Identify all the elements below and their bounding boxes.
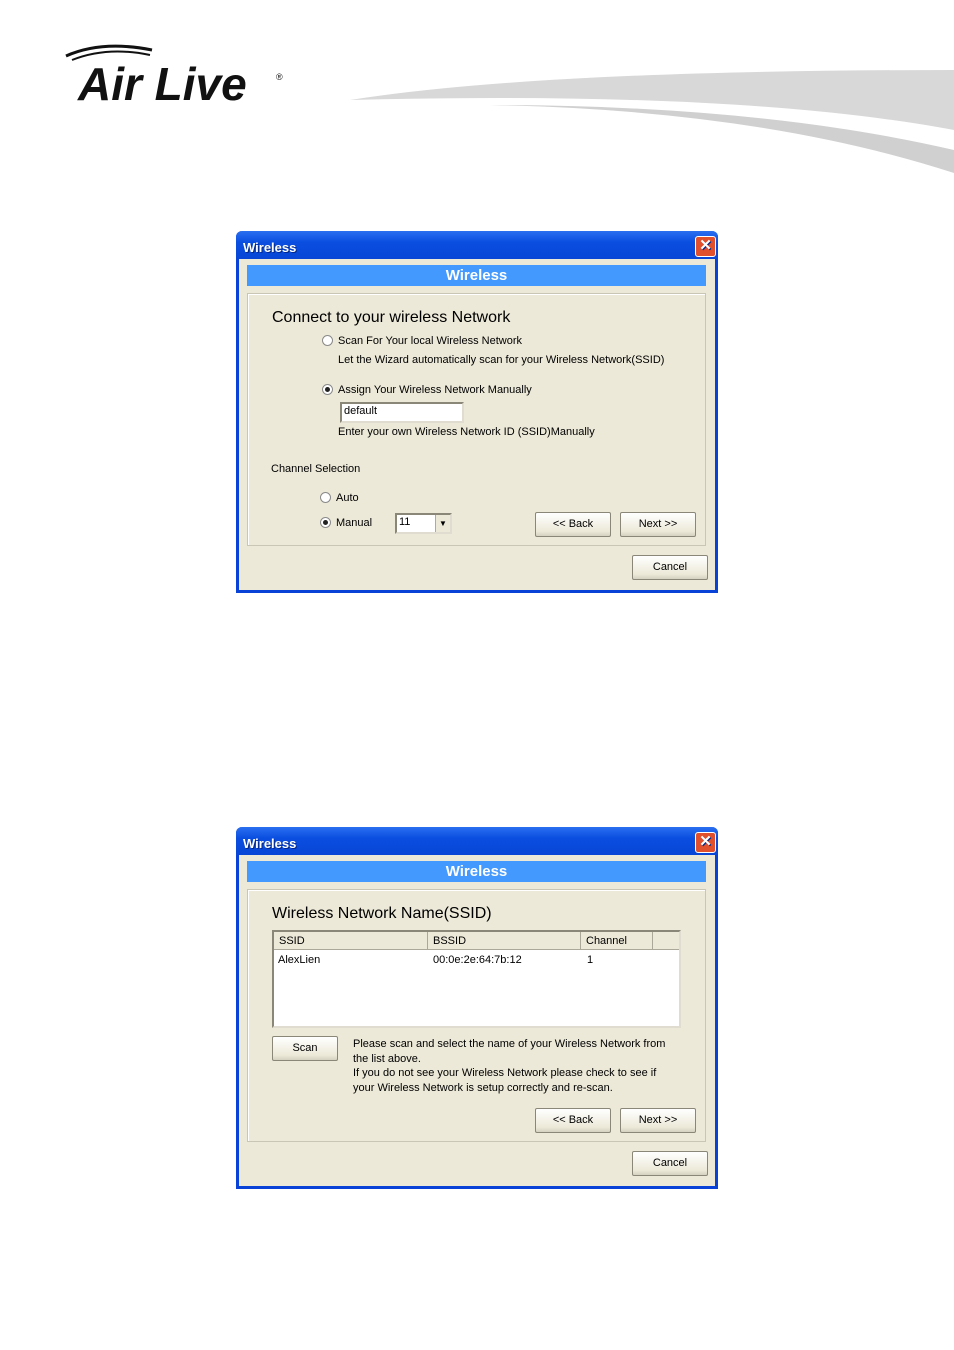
- title-bar: Wireless ✕: [236, 231, 718, 259]
- manual-channel-label: Manual: [336, 517, 373, 529]
- cell-channel: 1: [587, 954, 594, 966]
- window-title: Wireless: [243, 836, 297, 851]
- cell-ssid: AlexLien: [278, 954, 321, 966]
- channel-select[interactable]: 11 ▼: [395, 513, 452, 534]
- info-line: If you do not see your Wireless Network …: [353, 1067, 657, 1079]
- next-button[interactable]: Next >>: [620, 512, 696, 537]
- channel-manual-radio[interactable]: [320, 517, 331, 528]
- manual-ssid-radio[interactable]: [322, 384, 333, 395]
- scan-button[interactable]: Scan: [272, 1036, 338, 1061]
- manual-label: Assign Your Wireless Network Manually: [338, 384, 532, 396]
- cancel-button[interactable]: Cancel: [632, 1151, 708, 1176]
- heading: Wireless Network Name(SSID): [272, 905, 492, 922]
- svg-text:®: ®: [276, 72, 283, 82]
- channel-value: 11: [399, 516, 411, 528]
- banner: Wireless: [247, 265, 706, 286]
- info-line: your Wireless Network is setup correctly…: [353, 1081, 613, 1094]
- back-button[interactable]: << Back: [535, 512, 611, 537]
- back-button[interactable]: << Back: [535, 1108, 611, 1133]
- channel-auto-radio[interactable]: [320, 492, 331, 503]
- chevron-down-icon[interactable]: ▼: [435, 515, 450, 532]
- svg-text:Air Live: Air Live: [77, 58, 247, 110]
- column-ssid[interactable]: SSID: [274, 932, 428, 950]
- content-panel: [247, 293, 706, 546]
- airlive-logo: Air Live ®: [62, 40, 292, 110]
- heading: Connect to your wireless Network: [272, 309, 511, 326]
- header-swoosh: [340, 65, 954, 175]
- scan-label: Scan For Your local Wireless Network: [338, 335, 523, 347]
- table-row[interactable]: AlexLien 00:0e:2e:64:7b:12 1: [274, 952, 679, 968]
- cancel-button[interactable]: Cancel: [632, 555, 708, 580]
- manual-hint: Enter your own Wireless Network ID (SSID…: [338, 426, 595, 438]
- next-button[interactable]: Next >>: [620, 1108, 696, 1133]
- scan-radio[interactable]: [322, 335, 333, 346]
- cell-bssid: 00:0e:2e:64:7b:12: [433, 954, 522, 966]
- list-header: SSID BSSID Channel: [274, 932, 679, 950]
- channel-label: Channel Selection: [271, 463, 361, 475]
- info-text: Please scan and select the name of your …: [353, 1037, 665, 1095]
- close-icon[interactable]: ✕: [695, 832, 716, 853]
- auto-label: Auto: [336, 492, 359, 504]
- wireless-dialog-connect: Wireless ✕ Wireless Connect to your wire…: [236, 231, 718, 593]
- info-line: the list above.: [353, 1052, 421, 1065]
- window-title: Wireless: [243, 240, 297, 255]
- ssid-input[interactable]: default: [340, 402, 464, 423]
- scan-hint: Let the Wizard automatically scan for yo…: [338, 354, 665, 366]
- network-list[interactable]: SSID BSSID Channel AlexLien 00:0e:2e:64:…: [272, 930, 681, 1028]
- close-icon[interactable]: ✕: [695, 236, 716, 257]
- title-bar: Wireless ✕: [236, 827, 718, 855]
- info-line: Please scan and select the name of your …: [353, 1038, 666, 1050]
- wireless-dialog-ssid: Wireless ✕ Wireless Wireless Network Nam…: [236, 827, 718, 1189]
- column-bssid[interactable]: BSSID: [428, 932, 581, 950]
- column-channel[interactable]: Channel: [581, 932, 653, 950]
- banner: Wireless: [247, 861, 706, 882]
